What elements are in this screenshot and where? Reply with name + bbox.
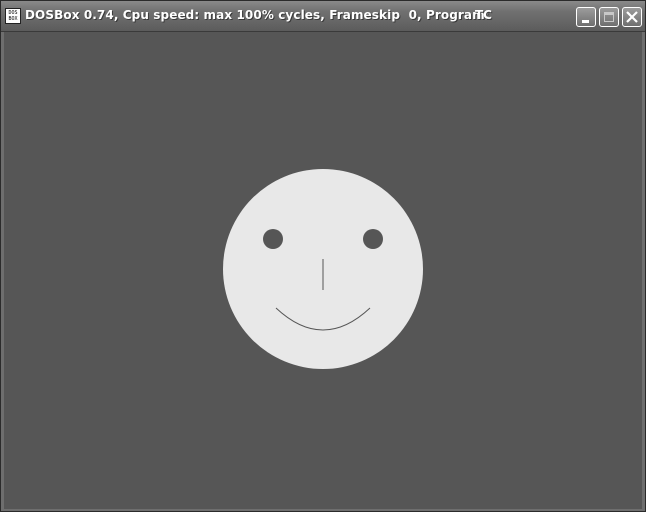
dosbox-app-icon[interactable]: DOS BOX [5,8,21,24]
program-name: TC [475,8,492,22]
dos-screen[interactable] [4,32,642,509]
close-icon [626,11,638,23]
minimize-icon [582,20,589,23]
dosbox-window: DOS BOX DOSBox 0.74, Cpu speed: max 100%… [0,0,646,512]
app-icon-text-bottom: BOX [8,16,18,22]
left-eye [263,229,283,249]
window-title: DOSBox 0.74, Cpu speed: max 100% cycles,… [25,8,490,22]
close-button[interactable] [622,7,642,27]
title-bar[interactable]: DOS BOX DOSBox 0.74, Cpu speed: max 100%… [1,1,645,32]
maximize-icon [604,12,614,22]
right-eye [363,229,383,249]
maximize-button[interactable] [599,7,619,27]
minimize-button[interactable] [576,7,596,27]
smiley-drawing [223,169,423,369]
